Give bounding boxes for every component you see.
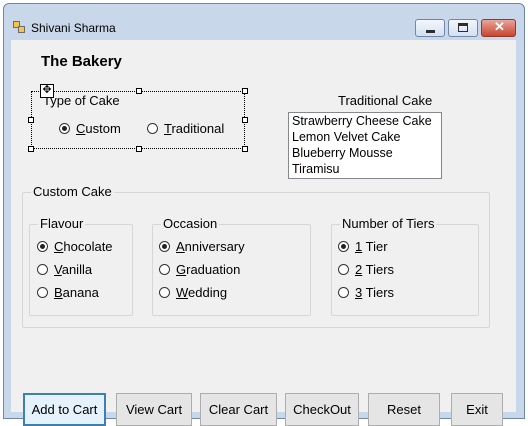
tiers-group: Number of Tiers 1 Tier 2 Tiers 3 Tiers xyxy=(331,216,479,316)
radio-anniversary[interactable]: Anniversary xyxy=(159,237,245,255)
radio-banana-indicator xyxy=(37,286,48,298)
radio-traditional-indicator xyxy=(147,122,158,134)
resize-handle[interactable] xyxy=(242,146,248,152)
list-item[interactable]: Tiramisu xyxy=(289,161,441,177)
traditional-cake-list[interactable]: Strawberry Cheese Cake Lemon Velvet Cake… xyxy=(288,112,442,179)
radio-2-tiers[interactable]: 2 Tiers xyxy=(338,260,394,278)
resize-handle[interactable] xyxy=(242,88,248,94)
flavour-group: Flavour Chocolate Vanilla Banana xyxy=(29,216,133,316)
list-item[interactable]: Blueberry Mousse xyxy=(289,145,441,161)
app-form-icon xyxy=(13,21,25,33)
move-handle-icon[interactable]: ✥ xyxy=(40,84,54,98)
list-item[interactable]: Lemon Velvet Cake xyxy=(289,129,441,145)
checkout-button[interactable]: CheckOut xyxy=(285,393,359,426)
radio-1-tier-label: 1 Tier xyxy=(355,238,388,254)
radio-traditional-label: Traditional xyxy=(164,120,225,136)
maximize-icon xyxy=(458,23,468,32)
radio-chocolate[interactable]: Chocolate xyxy=(37,237,113,255)
exit-button[interactable]: Exit xyxy=(451,393,503,426)
radio-1-tier-indicator xyxy=(338,240,349,252)
radio-3-tiers-label: 3 Tiers xyxy=(355,284,395,300)
view-cart-button[interactable]: View Cart xyxy=(116,393,192,426)
traditional-cake-label: Traditional Cake xyxy=(338,93,433,108)
flavour-label: Flavour xyxy=(38,216,86,231)
radio-wedding[interactable]: Wedding xyxy=(159,283,227,301)
resize-handle[interactable] xyxy=(28,146,34,152)
resize-handle[interactable] xyxy=(136,146,142,152)
minimize-icon xyxy=(426,30,435,33)
type-of-cake-label: Type of Cake xyxy=(43,93,120,108)
radio-chocolate-label: Chocolate xyxy=(54,238,113,254)
radio-1-tier[interactable]: 1 Tier xyxy=(338,237,388,255)
radio-3-tiers[interactable]: 3 Tiers xyxy=(338,283,394,301)
radio-3-tiers-indicator xyxy=(338,286,349,298)
resize-handle[interactable] xyxy=(242,117,248,123)
radio-custom-label: Custom xyxy=(76,120,121,136)
radio-traditional[interactable]: Traditional xyxy=(147,119,224,137)
radio-banana[interactable]: Banana xyxy=(37,283,99,301)
window-title: Shivani Sharma xyxy=(31,21,116,35)
radio-banana-label: Banana xyxy=(54,284,99,300)
radio-custom[interactable]: Custom xyxy=(59,119,121,137)
app-window: Shivani Sharma ✕ The Bakery Type of Cake… xyxy=(3,3,525,426)
title-bar[interactable]: Shivani Sharma ✕ xyxy=(4,4,524,37)
bakery-heading: The Bakery xyxy=(41,53,122,70)
tiers-label: Number of Tiers xyxy=(340,216,437,231)
radio-vanilla-label: Vanilla xyxy=(54,261,93,277)
radio-anniversary-indicator xyxy=(159,240,170,252)
resize-handle[interactable] xyxy=(28,117,34,123)
radio-vanilla-indicator xyxy=(37,263,48,275)
list-item[interactable]: Strawberry Cheese Cake xyxy=(289,113,441,129)
radio-wedding-indicator xyxy=(159,286,170,298)
maximize-button[interactable] xyxy=(448,19,478,37)
radio-graduation[interactable]: Graduation xyxy=(159,260,240,278)
occasion-label: Occasion xyxy=(161,216,220,231)
form-client-area: The Bakery Type of Cake Custom Tradition… xyxy=(11,40,516,426)
radio-graduation-label: Graduation xyxy=(176,261,241,277)
radio-wedding-label: Wedding xyxy=(176,284,228,300)
close-icon: ✕ xyxy=(494,19,505,34)
radio-2-tiers-label: 2 Tiers xyxy=(355,261,395,277)
reset-button[interactable]: Reset xyxy=(368,393,440,426)
radio-custom-indicator xyxy=(59,122,70,134)
close-button[interactable]: ✕ xyxy=(481,19,516,37)
add-to-cart-button[interactable]: Add to Cart xyxy=(23,393,106,426)
radio-anniversary-label: Anniversary xyxy=(176,238,245,254)
minimize-button[interactable] xyxy=(415,19,445,37)
clear-cart-button[interactable]: Clear Cart xyxy=(200,393,277,426)
radio-2-tiers-indicator xyxy=(338,263,349,275)
radio-vanilla[interactable]: Vanilla xyxy=(37,260,92,278)
custom-cake-label: Custom Cake xyxy=(31,184,114,199)
type-of-cake-group[interactable]: Type of Cake Custom Traditional xyxy=(31,91,245,149)
radio-chocolate-indicator xyxy=(37,240,48,252)
radio-graduation-indicator xyxy=(159,263,170,275)
occasion-group: Occasion Anniversary Graduation Wedding xyxy=(152,216,311,316)
resize-handle[interactable] xyxy=(136,88,142,94)
custom-cake-group: Custom Cake Flavour Chocolate Vanilla Ba… xyxy=(22,184,490,328)
